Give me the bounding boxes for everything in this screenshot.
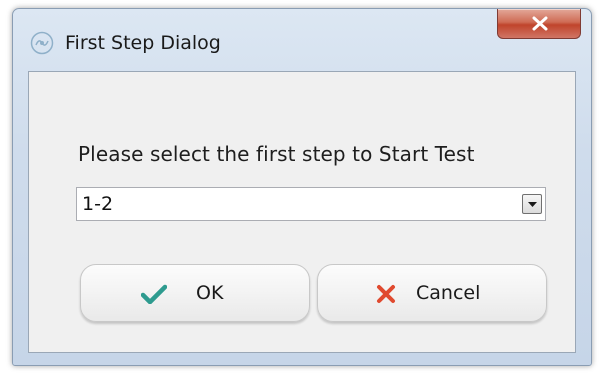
ok-button[interactable]: OK	[80, 264, 310, 322]
chevron-down-icon	[528, 202, 537, 207]
x-icon	[377, 285, 395, 303]
prompt-label: Please select the first step to Start Te…	[78, 142, 475, 166]
cancel-button-label: Cancel	[416, 282, 481, 304]
title-bar[interactable]: First Step Dialog	[13, 9, 591, 59]
dialog-body: Please select the first step to Start Te…	[28, 71, 576, 353]
selected-step-value: 1-2	[82, 193, 114, 215]
window-title: First Step Dialog	[65, 32, 221, 54]
dropdown-button[interactable]	[522, 194, 542, 214]
first-step-select[interactable]: 1-2	[76, 187, 546, 221]
app-logo-icon	[30, 31, 54, 55]
cancel-button[interactable]: Cancel	[317, 264, 547, 322]
close-icon	[532, 16, 548, 31]
ok-button-label: OK	[196, 282, 224, 304]
dialog-window: First Step Dialog Please select the firs…	[12, 8, 592, 366]
checkmark-icon	[141, 284, 167, 304]
close-button[interactable]	[497, 9, 581, 39]
